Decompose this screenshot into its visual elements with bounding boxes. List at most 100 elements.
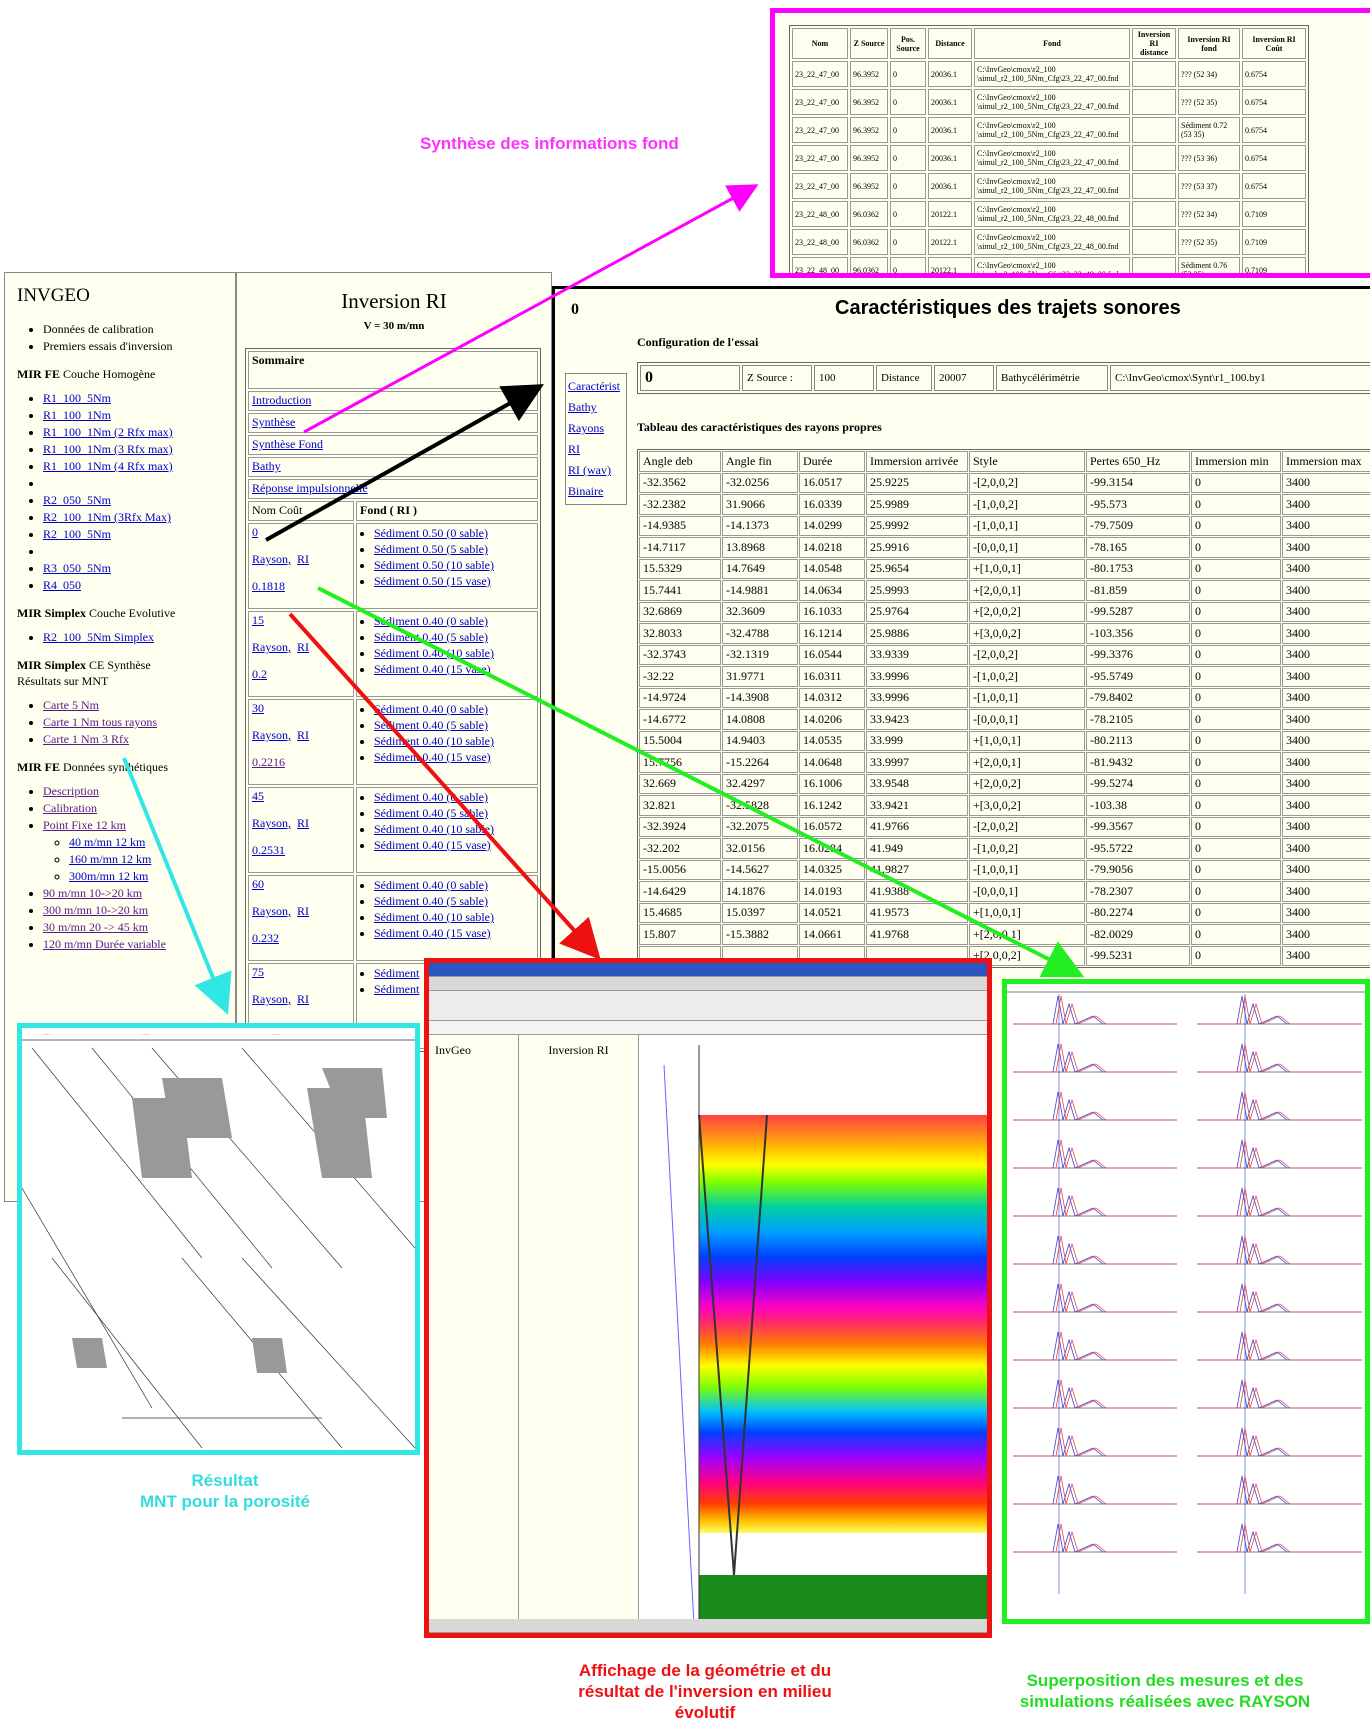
ri-link[interactable]: RI bbox=[297, 728, 309, 742]
menu-link-synthese[interactable]: Synthèse bbox=[252, 415, 295, 429]
table-row: 23_22_48_00 96.0362 0 20122.1 C:\InvGeo\cmox… bbox=[792, 229, 1306, 255]
cost-link[interactable]: 0.2216 bbox=[252, 755, 285, 769]
ri-link[interactable]: RI bbox=[297, 904, 309, 918]
nav-link[interactable]: Carte 5 Nm bbox=[43, 698, 99, 712]
cost-link[interactable]: 0.2 bbox=[252, 667, 267, 681]
waveform-trace bbox=[1197, 1043, 1362, 1073]
nav-link[interactable]: Carte 1 Nm tous rayons bbox=[43, 715, 157, 729]
ri-link[interactable]: RI bbox=[297, 992, 309, 1006]
row-id-link[interactable]: 0 bbox=[252, 525, 258, 539]
nav-link[interactable]: 90 m/mn 10->20 km bbox=[43, 886, 142, 900]
table-cell: 0 bbox=[1191, 537, 1281, 558]
nav-link[interactable]: 40 m/mn 12 km bbox=[69, 835, 145, 849]
nav-link[interactable]: R2_050_5Nm bbox=[43, 493, 111, 507]
table-cell: +[2,0,0,1] bbox=[969, 924, 1085, 945]
nav-link[interactable]: R1_100_5Nm bbox=[43, 391, 111, 405]
table-cell: ??? (53 37) bbox=[1178, 173, 1240, 199]
table-cell: -14.3908 bbox=[722, 687, 798, 708]
nav-link[interactable]: Calibration bbox=[43, 801, 97, 815]
sediment-link[interactable]: Sédiment 0.40 (5 sable) bbox=[374, 630, 488, 644]
cost-link[interactable]: 0.2531 bbox=[252, 843, 285, 857]
cost-link[interactable]: 0.232 bbox=[252, 931, 279, 945]
nav-link[interactable]: 120 m/mn Durée variable bbox=[43, 937, 166, 951]
sediment-link[interactable]: Sédiment bbox=[374, 966, 419, 980]
sediment-link[interactable]: Sédiment 0.40 (5 sable) bbox=[374, 718, 488, 732]
sediment-link[interactable]: Sédiment 0.50 (10 sable) bbox=[374, 558, 494, 572]
row-id-link[interactable]: 45 bbox=[252, 789, 264, 803]
subnav-link[interactable]: Caractérist bbox=[568, 379, 620, 393]
waveform-trace bbox=[1197, 1379, 1362, 1409]
table-cell: -99.5274 bbox=[1086, 773, 1190, 794]
sediment-link[interactable]: Sédiment 0.40 (10 sable) bbox=[374, 910, 494, 924]
sediment-link[interactable]: Sédiment 0.40 (15 vase) bbox=[374, 750, 491, 764]
table-cell: ??? (52 34) bbox=[1178, 61, 1240, 87]
nav-link[interactable]: R2_100_1Nm (3Rfx Max) bbox=[43, 510, 171, 524]
nav-link[interactable]: R1_100_1Nm (2 Rfx max) bbox=[43, 425, 173, 439]
menu-link-synthese-fond[interactable]: Synthèse Fond bbox=[252, 437, 323, 451]
sediment-link[interactable]: Sédiment bbox=[374, 982, 419, 996]
rayson-link[interactable]: Rayson, bbox=[252, 640, 291, 654]
nav-link[interactable]: Description bbox=[43, 784, 99, 798]
row-id-link[interactable]: 30 bbox=[252, 701, 264, 715]
caption-mnt: Résultat MNT pour la porosité bbox=[140, 1471, 310, 1511]
subnav-link[interactable]: RI (wav) bbox=[568, 463, 611, 477]
sediment-link[interactable]: Sédiment 0.40 (0 sable) bbox=[374, 614, 488, 628]
sediment-link[interactable]: Sédiment 0.40 (0 sable) bbox=[374, 790, 488, 804]
menu-link-introduction[interactable]: Introduction bbox=[252, 393, 311, 407]
sediment-link[interactable]: Sédiment 0.40 (10 sable) bbox=[374, 646, 494, 660]
sediment-link[interactable]: Sédiment 0.40 (5 sable) bbox=[374, 894, 488, 908]
table-cell: 96.3952 bbox=[850, 89, 888, 115]
subnav-link[interactable]: RI bbox=[568, 442, 580, 456]
nav-link[interactable]: Carte 1 Nm 3 Rfx bbox=[43, 732, 129, 746]
waveform-trace bbox=[1013, 1331, 1177, 1361]
sediment-link[interactable]: Sédiment 0.40 (5 sable) bbox=[374, 806, 488, 820]
sediment-link[interactable]: Sédiment 0.40 (10 sable) bbox=[374, 822, 494, 836]
rayson-link[interactable]: Rayson, bbox=[252, 552, 291, 566]
nav-link[interactable]: R3_050_5Nm bbox=[43, 561, 111, 575]
cost-link[interactable]: 0.1818 bbox=[252, 579, 285, 593]
sediment-link[interactable]: Sédiment 0.40 (0 sable) bbox=[374, 878, 488, 892]
sediment-link[interactable]: Sédiment 0.50 (15 vase) bbox=[374, 574, 491, 588]
sediment-link[interactable]: Sédiment 0.50 (0 sable) bbox=[374, 526, 488, 540]
subnav-link[interactable]: Rayons bbox=[568, 421, 604, 435]
ri-link[interactable]: RI bbox=[297, 816, 309, 830]
sediment-link[interactable]: Sédiment 0.40 (15 vase) bbox=[374, 926, 491, 940]
sediment-link[interactable]: Sédiment 0.40 (15 vase) bbox=[374, 662, 491, 676]
ri-link[interactable]: RI bbox=[297, 640, 309, 654]
nav-link[interactable]: R2_100_5Nm Simplex bbox=[43, 630, 154, 644]
caption-fond: Synthèse des informations fond bbox=[420, 134, 679, 153]
rayson-link[interactable]: Rayson, bbox=[252, 992, 291, 1006]
rayson-link[interactable]: Rayson, bbox=[252, 816, 291, 830]
sediment-link[interactable]: Sédiment 0.40 (0 sable) bbox=[374, 702, 488, 716]
nav-link[interactable]: 300 m/mn 10->20 km bbox=[43, 903, 148, 917]
nav-link[interactable]: Point Fixe 12 km bbox=[43, 818, 126, 832]
sediment-link[interactable]: Sédiment 0.40 (10 sable) bbox=[374, 734, 494, 748]
ri-link[interactable]: RI bbox=[297, 552, 309, 566]
nav-link[interactable]: 160 m/mn 12 km bbox=[69, 852, 151, 866]
table-cell: -95.5722 bbox=[1086, 838, 1190, 859]
row-id-link[interactable]: 75 bbox=[252, 965, 264, 979]
menu-link-reponse[interactable]: Réponse impulsionnelle bbox=[252, 481, 368, 495]
waveform-trace bbox=[1013, 995, 1177, 1025]
nav-link[interactable]: 300m/mn 12 km bbox=[69, 869, 148, 883]
subnav-link[interactable]: Bathy bbox=[568, 400, 597, 414]
svg-text:·····: ····· bbox=[42, 1032, 51, 1038]
nav-link[interactable]: 30 m/mn 20 -> 45 km bbox=[43, 920, 148, 934]
row-id-link[interactable]: 60 bbox=[252, 877, 264, 891]
menu-link-bathy[interactable]: Bathy bbox=[252, 459, 281, 473]
sediment-link[interactable]: Sédiment 0.50 (5 sable) bbox=[374, 542, 488, 556]
nav-link[interactable]: R1_100_1Nm bbox=[43, 408, 111, 422]
nav-link[interactable]: R4_050 bbox=[43, 578, 81, 592]
sediment-link[interactable]: Sédiment 0.40 (15 vase) bbox=[374, 838, 491, 852]
row-id-link[interactable]: 15 bbox=[252, 613, 264, 627]
nav-link[interactable]: R1_100_1Nm (4 Rfx max) bbox=[43, 459, 173, 473]
table-cell: 3400 bbox=[1282, 666, 1370, 687]
nav-link[interactable]: R1_100_1Nm (3 Rfx max) bbox=[43, 442, 173, 456]
table-cell: -79.9056 bbox=[1086, 859, 1190, 880]
waveform-trace bbox=[1197, 1139, 1362, 1169]
rayson-link[interactable]: Rayson, bbox=[252, 904, 291, 918]
table-row: -15.0056 -14.5627 14.0325 41.9827 -[1,0,0,1]… bbox=[639, 859, 1370, 880]
subnav-link[interactable]: Binaire bbox=[568, 484, 603, 498]
nav-link[interactable]: R2_100_5Nm bbox=[43, 527, 111, 541]
rayson-link[interactable]: Rayson, bbox=[252, 728, 291, 742]
